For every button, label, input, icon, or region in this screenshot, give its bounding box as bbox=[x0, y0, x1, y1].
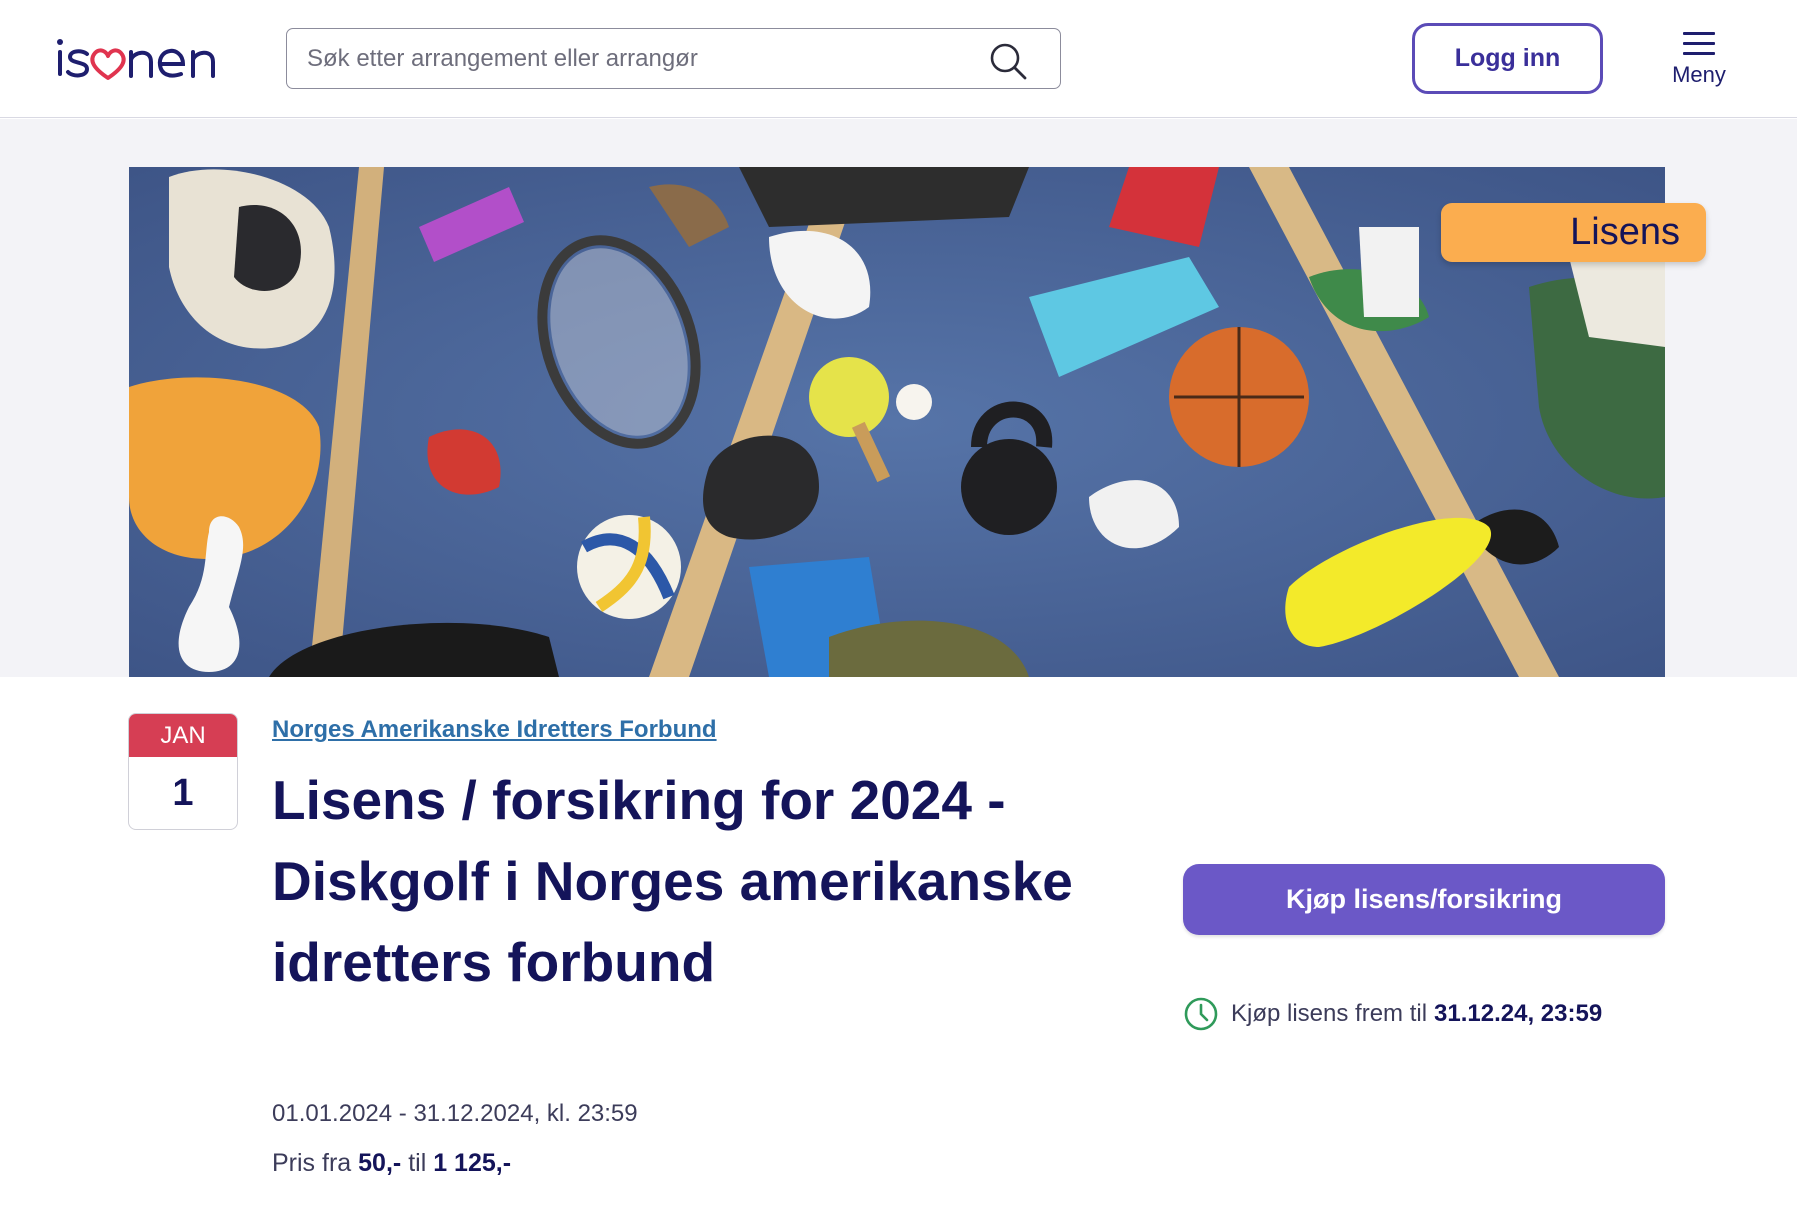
menu-label: Meny bbox=[1672, 62, 1726, 87]
login-button[interactable]: Logg inn bbox=[1412, 23, 1603, 94]
date-day: 1 bbox=[172, 771, 194, 814]
date-month: JAN bbox=[129, 714, 237, 757]
price-to: 1 125,- bbox=[433, 1149, 512, 1177]
price-prefix: Pris fra bbox=[272, 1149, 352, 1177]
isonen-logo[interactable]: isonen bbox=[55, 34, 230, 84]
price-from: 50,- bbox=[358, 1149, 402, 1177]
sports-equipment-illustration bbox=[129, 167, 1665, 677]
clock-icon bbox=[1184, 997, 1218, 1031]
search-bar[interactable] bbox=[286, 28, 1061, 89]
event-cover-image bbox=[129, 167, 1665, 677]
hamburger-menu-icon bbox=[1683, 32, 1715, 56]
purchase-deadline: Kjøp lisens frem til 31.12.24, 23:59 bbox=[1183, 996, 1602, 1032]
menu-button[interactable]: Meny bbox=[1662, 30, 1736, 92]
price-separator: til bbox=[408, 1149, 427, 1177]
category-tag: Lisens bbox=[1441, 203, 1706, 262]
event-date-range: 01.01.2024 - 31.12.2024, kl. 23:59 bbox=[272, 1100, 638, 1127]
logo-wordmark bbox=[57, 39, 215, 80]
category-tag-label: Lisens bbox=[1570, 211, 1680, 253]
organizer-link[interactable]: Norges Amerikanske Idretters Forbund bbox=[272, 716, 717, 744]
heart-icon bbox=[90, 48, 126, 80]
buy-license-button[interactable]: Kjøp lisens/forsikring bbox=[1183, 864, 1665, 935]
deadline-value: 31.12.24, 23:59 bbox=[1434, 1000, 1603, 1027]
event-title: Lisens / forsikring for 2024 - Diskgolf … bbox=[272, 769, 1073, 993]
search-input[interactable] bbox=[307, 44, 967, 73]
event-price: Pris fra 50,- til 1 125,- bbox=[272, 1149, 511, 1178]
search-icon[interactable] bbox=[988, 41, 1028, 81]
deadline-prefix: Kjøp lisens frem til bbox=[1231, 1000, 1428, 1027]
event-date-badge: JAN 1 bbox=[128, 713, 238, 830]
top-navigation-bar: isonen Logg inn Me bbox=[0, 0, 1797, 118]
